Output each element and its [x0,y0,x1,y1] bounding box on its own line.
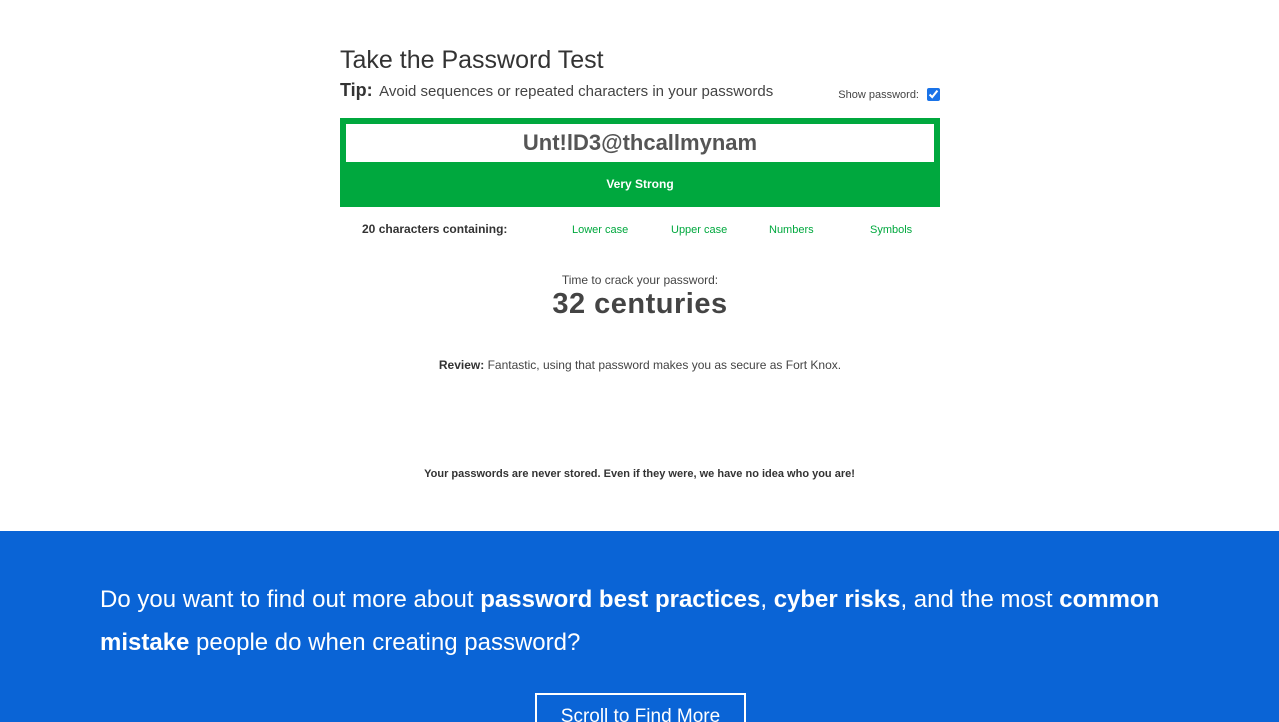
review-text: Fantastic, using that password makes you… [487,358,842,372]
promo-section: Do you want to find out more about passw… [0,531,1279,722]
char-type-uppercase: Upper case [671,224,728,236]
show-password-toggle[interactable]: Show password: [838,88,940,101]
promo-bold-best-practices: password best practices [480,586,761,613]
char-type-lowercase: Lower case [572,224,629,236]
promo-text-1: Do you want to find out more about [100,586,481,613]
page-title: Take the Password Test [340,46,604,74]
char-type-numbers: Numbers [769,224,814,236]
password-test-section: Take the Password Test Tip: Avoid sequen… [340,40,940,372]
crack-time: Time to crack your password: 32 centurie… [340,273,940,321]
char-type-symbols: Symbols [870,224,913,236]
review: Review: Fantastic, using that password m… [340,358,940,372]
tip-row: Tip: Avoid sequences or repeated charact… [340,80,940,110]
strength-meter: Very Strong [340,118,940,207]
review-label: Review: [438,358,485,372]
promo-text-2: , [760,586,774,613]
show-password-label: Show password: [838,88,919,101]
character-count: 20 characters containing: [362,222,507,236]
character-count-value: 20 [362,222,376,236]
promo-text-4: people do when creating password? [189,629,581,656]
crack-time-value: 32 centuries [552,288,728,320]
tip-label: Tip: [340,80,373,100]
character-summary: 20 characters containing: Lower case Upp… [340,222,940,242]
promo-text-3: , and the most [900,586,1060,613]
privacy-disclaimer: Your passwords are never stored. Even if… [424,468,855,480]
crack-time-label: Time to crack your password: [561,273,719,287]
tip-text: Avoid sequences or repeated characters i… [379,83,774,100]
promo-bold-cyber-risks: cyber risks [773,586,901,613]
password-input[interactable] [346,124,934,162]
scroll-to-find-more-button[interactable]: Scroll to Find More [535,693,746,722]
show-password-checkbox[interactable] [927,88,940,101]
character-count-suffix: characters containing: [378,222,508,236]
strength-label: Very Strong [606,177,674,191]
promo-text: Do you want to find out more about passw… [100,578,1180,664]
